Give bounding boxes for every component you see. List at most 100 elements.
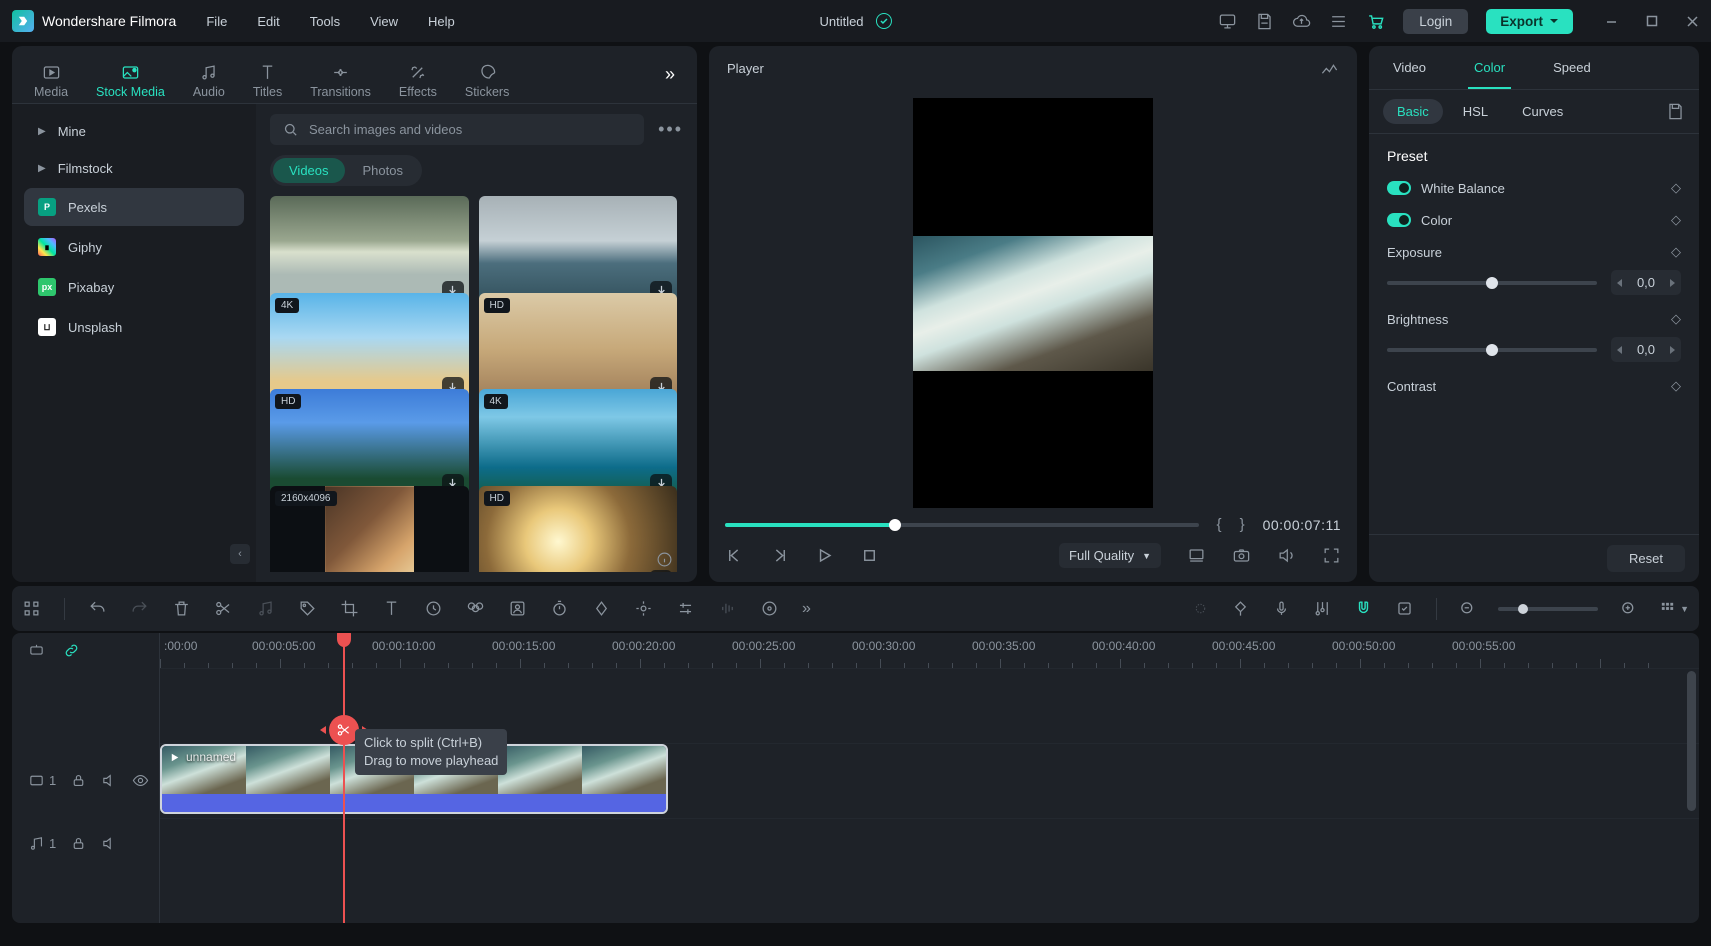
tab-color-props[interactable]: Color — [1450, 46, 1529, 89]
lock-track-icon[interactable] — [70, 772, 87, 789]
source-giphy[interactable]: ∎ Giphy — [24, 228, 244, 266]
audio-lane[interactable] — [160, 818, 1699, 868]
mark-out-icon[interactable]: } — [1240, 516, 1245, 533]
brightness-value[interactable]: 0,0 — [1611, 337, 1681, 362]
download-icon[interactable] — [650, 570, 672, 572]
tab-transitions[interactable]: Transitions — [310, 61, 371, 103]
exposure-value[interactable]: 0,0 — [1611, 270, 1681, 295]
mute-track-icon[interactable] — [101, 772, 118, 789]
link-tracks-icon[interactable] — [63, 642, 80, 659]
audio-enhance-icon[interactable] — [718, 599, 737, 618]
time-ruler[interactable]: :00:0000:00:05:0000:00:10:0000:00:15:000… — [160, 633, 1699, 668]
toggle-color[interactable] — [1387, 213, 1411, 227]
motion-track-icon[interactable] — [634, 599, 653, 618]
timer-icon[interactable] — [550, 599, 569, 618]
menu-file[interactable]: File — [206, 14, 227, 29]
audio-track-header[interactable]: 1 — [12, 818, 159, 868]
crop-icon[interactable] — [340, 599, 359, 618]
source-filmstock[interactable]: ▶ Filmstock — [24, 151, 244, 186]
brightness-slider[interactable] — [1387, 348, 1597, 352]
minimize-icon[interactable] — [1605, 15, 1618, 28]
keyframe-icon[interactable]: ◇ — [1671, 311, 1681, 327]
tab-effects[interactable]: Effects — [399, 61, 437, 103]
zoom-in-icon[interactable] — [1620, 600, 1637, 617]
menu-help[interactable]: Help — [428, 14, 455, 29]
gallery-item[interactable] — [270, 196, 469, 308]
gallery-item[interactable]: HD — [270, 389, 469, 501]
label-icon[interactable] — [298, 599, 317, 618]
tab-speed-props[interactable]: Speed — [1529, 46, 1615, 89]
timecode[interactable]: 00:00:07:11 — [1263, 517, 1341, 533]
player-progress-slider[interactable] — [725, 523, 1199, 527]
gallery-item[interactable]: 2160x4096 — [270, 486, 469, 573]
expand-panel-icon[interactable]: » — [665, 64, 675, 85]
gallery-item[interactable]: 4K — [479, 389, 678, 501]
exposure-slider[interactable] — [1387, 281, 1597, 285]
hide-track-icon[interactable] — [132, 772, 149, 789]
render-preview-icon[interactable] — [1187, 546, 1206, 565]
info-icon[interactable] — [656, 551, 673, 568]
filter-videos[interactable]: Videos — [273, 158, 345, 183]
source-unsplash[interactable]: ⊔ Unsplash — [24, 308, 244, 346]
play-icon[interactable] — [815, 546, 834, 565]
more-options-icon[interactable]: ••• — [658, 119, 683, 140]
subtab-curves[interactable]: Curves — [1508, 99, 1577, 124]
reset-button[interactable]: Reset — [1607, 545, 1685, 572]
adjust-icon[interactable] — [676, 599, 695, 618]
mark-in-icon[interactable]: { — [1217, 516, 1222, 533]
prop-white-balance[interactable]: White Balance ◇ — [1387, 180, 1681, 196]
tab-stock-media[interactable]: Stock Media — [96, 61, 165, 103]
keyframe-icon[interactable]: ◇ — [1671, 212, 1681, 228]
audio-mixer-panel-icon[interactable] — [1313, 599, 1332, 618]
search-input[interactable]: Search images and videos — [270, 114, 644, 145]
next-frame-icon[interactable] — [770, 546, 789, 565]
marker-flag-icon[interactable] — [1231, 599, 1250, 618]
gallery-item[interactable] — [479, 196, 678, 308]
source-pexels[interactable]: P Pexels — [24, 188, 244, 226]
filter-photos[interactable]: Photos — [347, 158, 419, 183]
tab-media[interactable]: Media — [34, 61, 68, 103]
text-tool-icon[interactable] — [382, 599, 401, 618]
subtab-basic[interactable]: Basic — [1383, 99, 1443, 124]
playhead[interactable] — [343, 633, 345, 923]
video-track-header[interactable]: 1 — [12, 743, 159, 818]
redo-icon[interactable] — [130, 599, 149, 618]
audio-beat-icon[interactable] — [256, 599, 275, 618]
stop-icon[interactable] — [860, 546, 879, 565]
mixer-icon[interactable] — [760, 599, 779, 618]
prop-color[interactable]: Color ◇ — [1387, 212, 1681, 228]
menu-edit[interactable]: Edit — [257, 14, 279, 29]
keyframe-icon[interactable]: ◇ — [1671, 378, 1681, 394]
snapshot-icon[interactable] — [1232, 546, 1251, 565]
save-icon[interactable] — [1255, 12, 1274, 31]
tab-titles[interactable]: Titles — [253, 61, 282, 103]
toggle-white-balance[interactable] — [1387, 181, 1411, 195]
device-preview-icon[interactable] — [1218, 12, 1237, 31]
export-button[interactable]: Export — [1486, 9, 1573, 34]
timeline-scrollbar[interactable] — [1687, 671, 1696, 811]
maximize-icon[interactable] — [1646, 15, 1658, 28]
source-mine[interactable]: ▶ Mine — [24, 114, 244, 149]
lock-track-icon[interactable] — [70, 835, 87, 852]
prev-frame-icon[interactable] — [725, 546, 744, 565]
color-tool-icon[interactable] — [466, 599, 485, 618]
tab-stickers[interactable]: Stickers — [465, 61, 509, 103]
volume-icon[interactable] — [1277, 546, 1296, 565]
keyframe-tool-icon[interactable] — [592, 599, 611, 618]
fullscreen-icon[interactable] — [1322, 546, 1341, 565]
keyframe-icon[interactable]: ◇ — [1671, 180, 1681, 196]
login-button[interactable]: Login — [1403, 9, 1468, 34]
speed-tool-icon[interactable] — [424, 599, 443, 618]
download-icon[interactable] — [442, 570, 464, 572]
zoom-slider[interactable] — [1498, 607, 1598, 611]
menu-tools[interactable]: Tools — [310, 14, 340, 29]
close-icon[interactable] — [1686, 15, 1699, 28]
source-pixabay[interactable]: px Pixabay — [24, 268, 244, 306]
mute-track-icon[interactable] — [101, 835, 118, 852]
subtab-hsl[interactable]: HSL — [1449, 99, 1502, 124]
queue-icon[interactable] — [1329, 12, 1348, 31]
add-track-icon[interactable] — [28, 642, 45, 659]
tab-video-props[interactable]: Video — [1369, 46, 1450, 89]
undo-icon[interactable] — [88, 599, 107, 618]
player-viewport[interactable] — [709, 90, 1357, 516]
